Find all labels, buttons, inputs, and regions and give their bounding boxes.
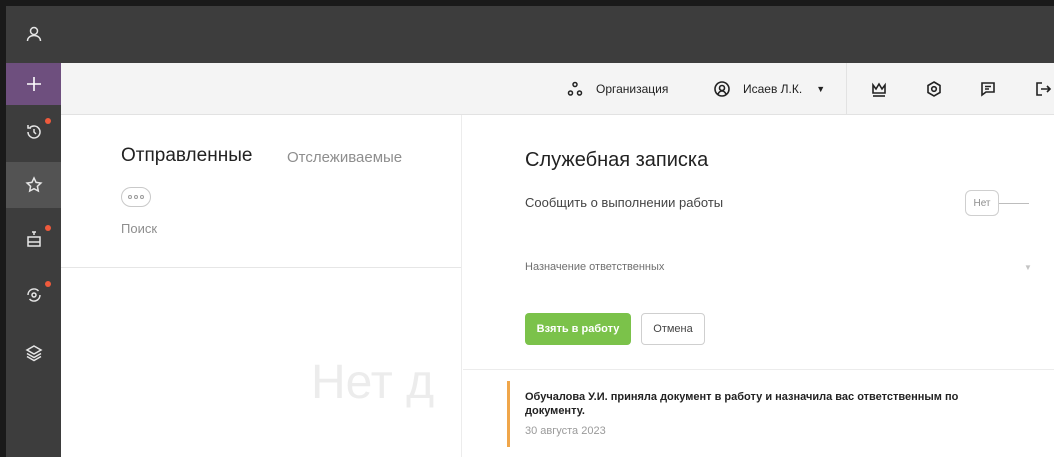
settings-button[interactable] bbox=[919, 63, 949, 115]
profile-button[interactable] bbox=[6, 11, 61, 57]
layers-button[interactable] bbox=[6, 330, 61, 376]
inbox-badge bbox=[45, 225, 51, 231]
list-divider bbox=[61, 267, 461, 268]
event-message: Обучалова У.И. приняла документ в работу… bbox=[525, 391, 959, 417]
section-divider bbox=[463, 369, 1054, 370]
chevron-down-icon[interactable]: ▼ bbox=[1024, 263, 1032, 272]
create-button[interactable] bbox=[6, 63, 61, 105]
cancel-button[interactable]: Отмена bbox=[641, 313, 705, 345]
toggle-track bbox=[999, 203, 1029, 204]
tab-tracked[interactable]: Отслеживаемые bbox=[287, 149, 402, 166]
search-field[interactable]: Поиск bbox=[121, 221, 157, 236]
gear-icon bbox=[927, 81, 941, 97]
more-options-button[interactable] bbox=[121, 187, 151, 207]
favorites-button[interactable] bbox=[6, 162, 61, 208]
watch-badge bbox=[45, 281, 51, 287]
logout-icon bbox=[1036, 82, 1052, 96]
logout-button[interactable] bbox=[1028, 63, 1054, 115]
crown-icon bbox=[872, 82, 886, 97]
organization-label: Организация bbox=[596, 82, 669, 96]
messages-button[interactable] bbox=[973, 63, 1003, 115]
organization-icon bbox=[567, 81, 583, 96]
left-rail bbox=[6, 6, 61, 457]
empty-state-text: Нет д bbox=[311, 356, 435, 409]
history-badge bbox=[45, 118, 51, 124]
plus-icon bbox=[26, 77, 41, 91]
app-window: Организация Исаев Л.К. ▼ Отправленные От… bbox=[6, 6, 1054, 457]
tab-sent[interactable]: Отправленные bbox=[121, 145, 252, 167]
top-bar bbox=[61, 6, 1054, 63]
star-icon bbox=[24, 176, 43, 193]
notify-label: Сообщить о выполнении работы bbox=[525, 195, 724, 210]
document-title: Служебная записка bbox=[525, 149, 709, 171]
document-list-panel: Отправленные Отслеживаемые Поиск Нет д bbox=[61, 115, 462, 457]
notify-toggle[interactable]: Нет bbox=[965, 190, 999, 216]
premium-button[interactable] bbox=[864, 63, 894, 115]
account-circle-icon bbox=[714, 81, 730, 97]
take-to-work-button[interactable]: Взять в работу bbox=[525, 313, 631, 345]
eye-refresh-icon bbox=[26, 288, 41, 302]
toolbar: Организация Исаев Л.К. ▼ bbox=[61, 63, 1054, 115]
message-icon bbox=[981, 82, 995, 97]
inbox-button[interactable] bbox=[6, 216, 61, 262]
event-date: 30 августа 2023 bbox=[525, 425, 606, 437]
history-button[interactable] bbox=[6, 109, 61, 155]
document-detail-panel: Служебная записка Сообщить о выполнении … bbox=[463, 115, 1054, 457]
user-menu[interactable]: Исаев Л.К. ▼ bbox=[713, 63, 825, 115]
inbox-icon bbox=[26, 231, 41, 247]
more-dots-icon bbox=[128, 195, 132, 199]
watch-button[interactable] bbox=[6, 272, 61, 318]
user-icon bbox=[26, 26, 41, 42]
user-name: Исаев Л.К. bbox=[743, 82, 803, 96]
chevron-down-icon: ▼ bbox=[816, 84, 826, 94]
history-icon bbox=[26, 125, 41, 139]
layers-icon bbox=[24, 345, 43, 362]
assign-responsible-select[interactable]: Назначение ответственных bbox=[525, 261, 664, 273]
toolbar-divider bbox=[846, 63, 847, 115]
organization-menu[interactable]: Организация bbox=[566, 63, 668, 115]
event-marker bbox=[507, 381, 510, 447]
